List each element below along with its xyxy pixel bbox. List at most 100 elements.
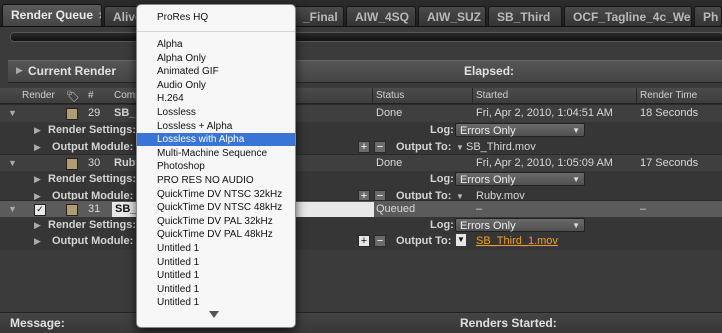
menu-item[interactable]: Untitled 1: [137, 256, 295, 269]
tab-label: AIW_4SQ: [355, 10, 410, 24]
disclosure-triangle-icon[interactable]: ▶: [34, 217, 41, 234]
expand-triangle-icon[interactable]: ▼: [8, 201, 17, 218]
menu-item[interactable]: Lossless: [137, 106, 295, 119]
menu-item[interactable]: Untitled 1: [137, 283, 295, 296]
expand-triangle-icon[interactable]: ▼: [8, 155, 17, 172]
log-label: Log:: [430, 173, 454, 185]
tab-aiw-4sq[interactable]: AIW_4SQ: [346, 6, 416, 26]
current-render-bar: ▶ Current Render Elapsed:: [8, 60, 722, 83]
remove-output-module-button[interactable]: −: [374, 235, 386, 247]
close-icon[interactable]: ✕: [98, 11, 101, 22]
item-number: 29: [88, 107, 101, 119]
menu-item[interactable]: QuickTime DV PAL 48kHz: [137, 228, 295, 241]
tab-ph[interactable]: Ph: [694, 6, 722, 26]
current-render-label: Current Render: [28, 64, 117, 78]
tab-label: OCF_Tagline_4c_Web: [573, 10, 692, 24]
queue-item[interactable]: ▼ 30 Ruby Done Fri, Apr 2, 2010, 1:05:09…: [0, 154, 722, 172]
log-value: Errors Only: [460, 174, 516, 186]
disclosure-triangle-icon[interactable]: ▶: [34, 233, 41, 250]
queue-item[interactable]: ▼ 29 SB_ Done Fri, Apr 2, 2010, 1:04:51 …: [0, 104, 722, 122]
tag-icon[interactable]: 🏷: [66, 90, 80, 103]
menu-item-prores-hq[interactable]: ProRes HQ: [137, 11, 295, 24]
column-divider: [636, 88, 637, 103]
render-settings-row: ▶ Render Settings: Log: Errors Only ▼: [0, 217, 722, 234]
menu-item[interactable]: Photoshop: [137, 160, 295, 173]
disclosure-triangle-icon[interactable]: ▶: [34, 122, 41, 139]
expand-triangle-icon[interactable]: ▼: [8, 105, 17, 122]
status-text: Done: [376, 157, 403, 169]
tab-label: AIW_SUZ: [427, 10, 481, 24]
col-num[interactable]: #: [88, 90, 94, 101]
tab-label: SB_Third: [497, 10, 551, 24]
menu-item[interactable]: QuickTime DV NTSC 32kHz: [137, 188, 295, 201]
item-number: 31: [88, 203, 101, 215]
add-output-module-button[interactable]: +: [358, 235, 370, 247]
status-bar: Message: Renders Started:: [0, 312, 722, 333]
col-started[interactable]: Started: [476, 90, 508, 101]
render-settings-row: ▶ Render Settings: Log: Errors Only ▼: [0, 171, 722, 188]
menu-item[interactable]: Lossless + Alpha: [137, 120, 295, 133]
chevron-down-icon[interactable]: ▼: [456, 234, 466, 246]
renders-started-label: Renders Started:: [460, 316, 557, 330]
tab-bar: Render Queue ✕ Alive _Final AIW_4SQ AIW_S…: [0, 0, 722, 27]
log-dropdown[interactable]: Errors Only ▼: [455, 218, 585, 232]
render-checkbox[interactable]: ✓: [34, 204, 46, 216]
menu-item[interactable]: Alpha Only: [137, 52, 295, 65]
col-render-time[interactable]: Render Time: [640, 90, 697, 101]
col-render[interactable]: Render: [22, 90, 55, 101]
status-text: Done: [376, 107, 403, 119]
tab-sb-third[interactable]: SB_Third: [488, 6, 562, 26]
started-text: Fri, Apr 2, 2010, 1:05:09 AM: [476, 157, 613, 169]
comp-name[interactable]: SB_: [114, 105, 135, 122]
menu-item[interactable]: Untitled 1: [137, 242, 295, 255]
disclosure-triangle-icon[interactable]: ▶: [16, 65, 23, 76]
scroll-down-arrow-icon[interactable]: [209, 311, 219, 318]
log-value: Errors Only: [460, 125, 516, 137]
menu-item[interactable]: QuickTime DV PAL 32kHz: [137, 215, 295, 228]
log-dropdown[interactable]: Errors Only ▼: [455, 172, 585, 186]
disclosure-triangle-icon[interactable]: ▶: [34, 171, 41, 188]
column-divider: [372, 88, 373, 103]
started-text: Fri, Apr 2, 2010, 1:04:51 AM: [476, 107, 613, 119]
tab-aiw-suz[interactable]: AIW_SUZ: [418, 6, 486, 26]
menu-item[interactable]: Untitled 1: [137, 296, 295, 309]
menu-item[interactable]: H.264: [137, 92, 295, 105]
log-dropdown[interactable]: Errors Only ▼: [455, 123, 585, 137]
log-label: Log:: [430, 124, 454, 136]
menu-item[interactable]: Multi-Machine Sequence: [137, 147, 295, 160]
tab-render-queue[interactable]: Render Queue ✕: [2, 4, 102, 26]
menu-item[interactable]: Animated GIF: [137, 65, 295, 78]
column-divider: [472, 88, 473, 103]
output-file-link[interactable]: SB_Third_1.mov: [476, 233, 558, 250]
output-to-label: Output To:: [396, 235, 452, 247]
chevron-down-icon: ▼: [572, 175, 580, 184]
tab-ocf-tagline[interactable]: OCF_Tagline_4c_Web: [564, 6, 692, 26]
menu-item[interactable]: QuickTime DV NTSC 48kHz: [137, 201, 295, 214]
chevron-down-icon: ▼: [572, 221, 580, 230]
menu-item[interactable]: Alpha: [137, 38, 295, 51]
status-text: Queued: [376, 203, 416, 215]
queue-item[interactable]: ▼ ✓ 31 SB_ Queued – –: [0, 200, 722, 218]
tab-final[interactable]: _Final: [294, 6, 344, 26]
render-time-text: –: [640, 203, 647, 215]
output-module-template-menu[interactable]: ProRes HQ Alpha Alpha Only Animated GIF Aud…: [136, 4, 296, 328]
tab-label: _Final: [303, 10, 338, 24]
item-number: 30: [88, 157, 101, 169]
menu-item[interactable]: PRO RES NO AUDIO: [137, 174, 295, 187]
tab-label: Render Queue: [11, 8, 94, 22]
log-label: Log:: [430, 219, 454, 231]
add-output-module-button[interactable]: +: [358, 141, 370, 153]
message-label: Message:: [10, 316, 65, 330]
render-time-text: 17 Seconds: [640, 157, 699, 169]
chevron-down-icon: ▼: [572, 126, 580, 135]
menu-item[interactable]: Untitled 1: [137, 269, 295, 282]
menu-item[interactable]: Audio Only: [137, 79, 295, 92]
remove-output-module-button[interactable]: −: [374, 141, 386, 153]
menu-divider: [137, 31, 295, 32]
col-status[interactable]: Status: [376, 90, 404, 101]
tab-alive[interactable]: Alive: [104, 6, 140, 26]
menu-item[interactable]: Lossless with Alpha: [137, 133, 295, 147]
output-module-row: ▶ Output Module: + − Output To: ▼ SB_Thi…: [0, 233, 722, 250]
output-module-label: Output Module:: [52, 235, 134, 247]
render-progress-bar: [10, 32, 722, 42]
